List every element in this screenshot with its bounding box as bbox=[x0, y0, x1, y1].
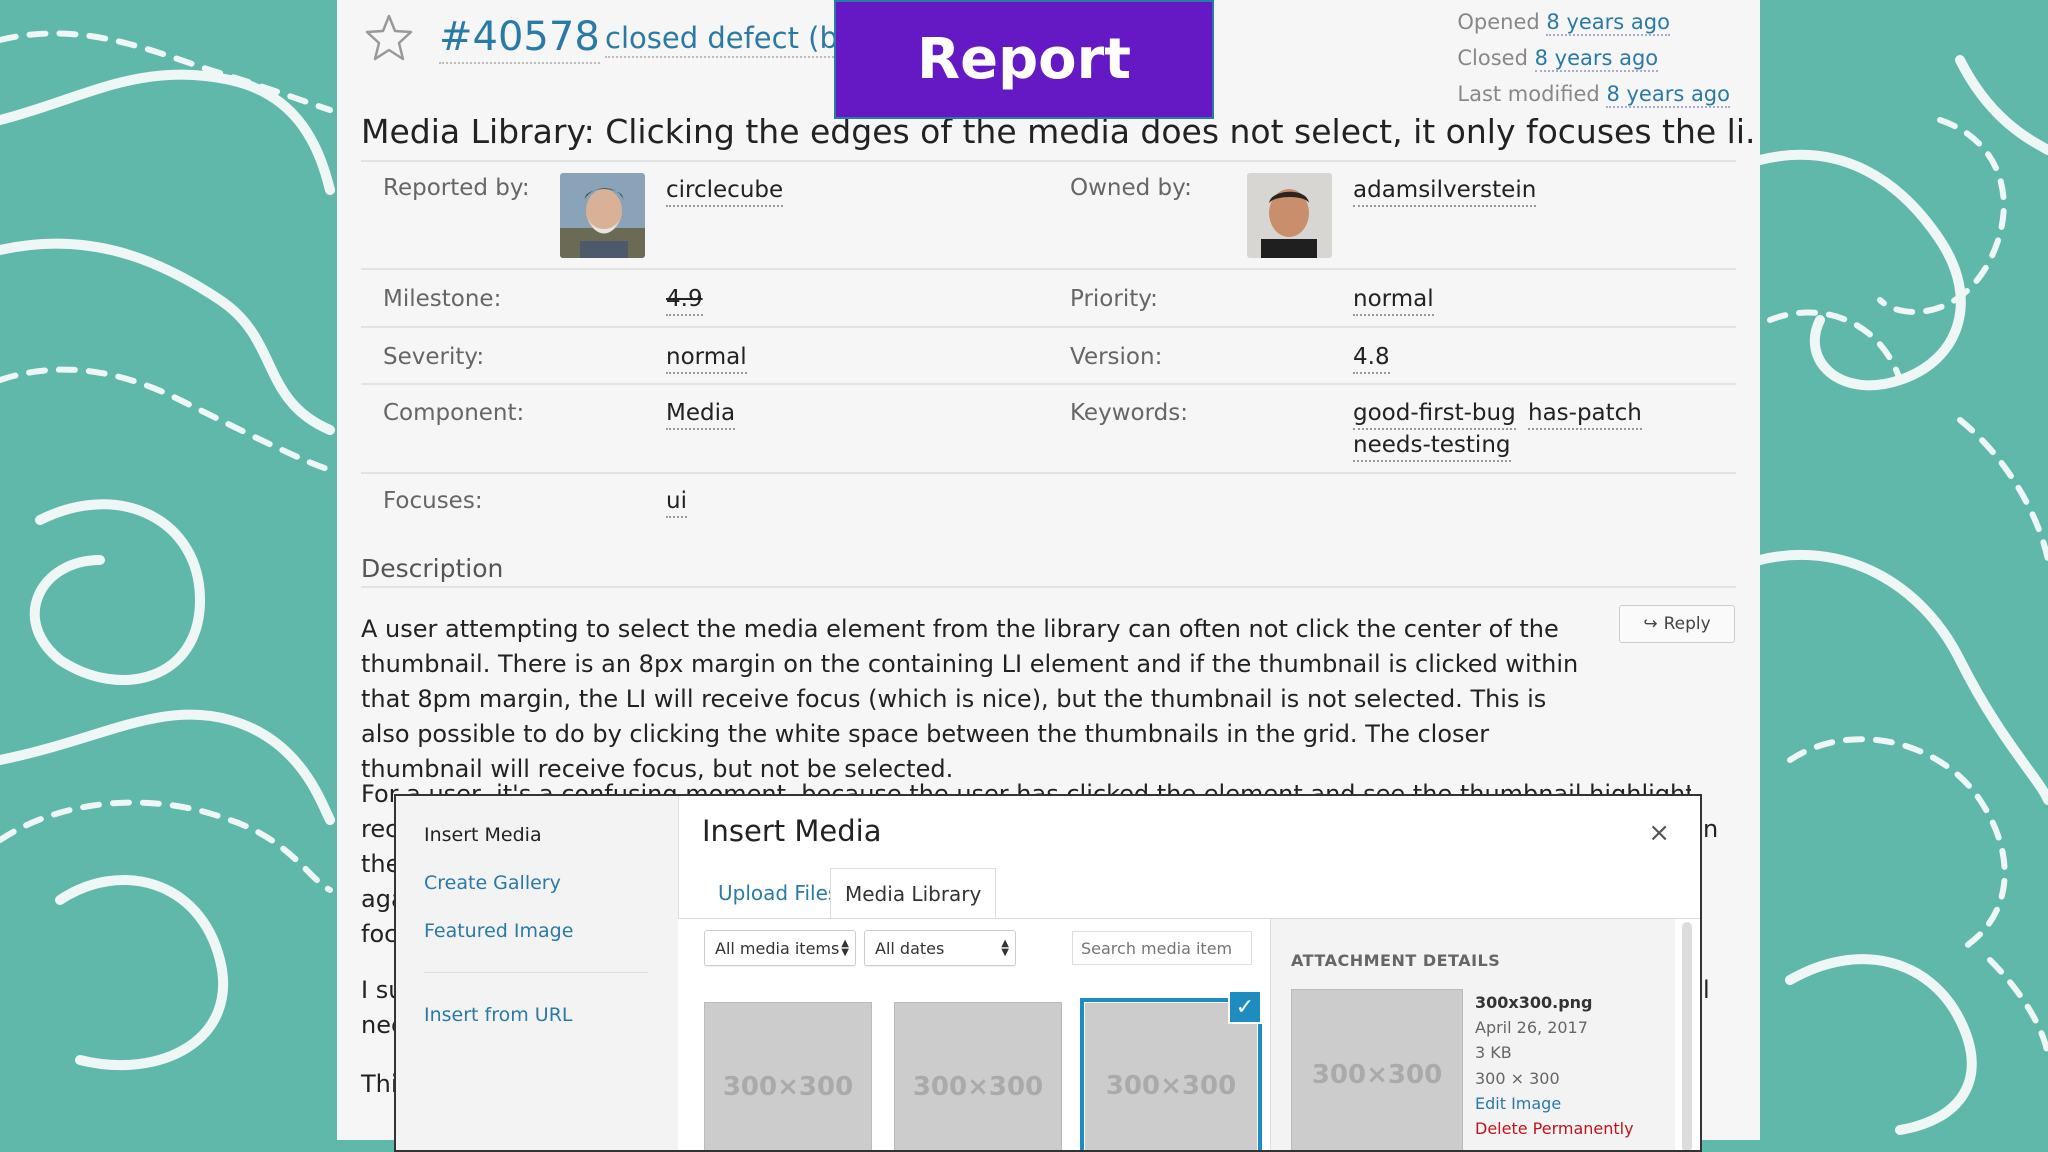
text-fragment: l bbox=[1703, 976, 1710, 1004]
delete-permanently-link[interactable]: Delete Permanently bbox=[1475, 1119, 1634, 1138]
attachment-filename: 300x300.png bbox=[1475, 993, 1593, 1012]
component-label: Component: bbox=[383, 400, 525, 426]
insert-media-modal: Insert Media Create Gallery Featured Ima… bbox=[394, 794, 1702, 1152]
opened-label: Opened bbox=[1457, 10, 1540, 34]
keyword-tag[interactable]: good-first-bug bbox=[1353, 398, 1516, 430]
reporter-name[interactable]: circlecube bbox=[666, 175, 784, 207]
text-fragment: Thi bbox=[361, 1070, 398, 1098]
search-media-input[interactable] bbox=[1072, 931, 1252, 965]
divider bbox=[361, 160, 1736, 162]
keywords-label: Keywords: bbox=[1070, 400, 1188, 426]
report-badge: Report bbox=[834, 0, 1214, 119]
close-icon[interactable]: × bbox=[1648, 818, 1670, 848]
opened-link[interactable]: 8 years ago bbox=[1546, 10, 1670, 36]
sidebar-item-insert-media[interactable]: Insert Media bbox=[424, 824, 542, 846]
sidebar-item-insert-from-url[interactable]: Insert from URL bbox=[424, 1004, 572, 1026]
select-arrows-icon: ▲ ▼ bbox=[841, 938, 849, 958]
divider bbox=[361, 472, 1736, 474]
priority-value[interactable]: normal bbox=[1353, 284, 1434, 316]
severity-label: Severity: bbox=[383, 344, 485, 370]
reported-by-label: Reported by: bbox=[383, 175, 530, 201]
sidebar-item-featured-image[interactable]: Featured Image bbox=[424, 920, 573, 942]
reporter-avatar[interactable] bbox=[560, 173, 645, 258]
component-value[interactable]: Media bbox=[666, 398, 736, 430]
divider bbox=[361, 268, 1736, 270]
modified-link[interactable]: 8 years ago bbox=[1606, 82, 1730, 108]
attachment-dimensions: 300 × 300 bbox=[1475, 1069, 1560, 1088]
modal-title: Insert Media bbox=[702, 814, 882, 848]
text-fragment: rec bbox=[361, 815, 399, 843]
star-icon[interactable] bbox=[363, 12, 415, 64]
modal-sidebar: Insert Media Create Gallery Featured Ima… bbox=[396, 796, 679, 1150]
milestone-value[interactable]: 4.9 bbox=[666, 284, 703, 316]
divider bbox=[361, 383, 1736, 385]
attachment-thumbnail: 300×300 bbox=[1291, 989, 1463, 1150]
sidebar-divider bbox=[424, 972, 648, 973]
ticket-number[interactable]: #40578 bbox=[439, 12, 600, 64]
reply-label: Reply bbox=[1663, 614, 1711, 634]
owned-by-label: Owned by: bbox=[1070, 175, 1192, 201]
closed-label: Closed bbox=[1457, 46, 1528, 70]
keyword-tag[interactable]: needs-testing bbox=[1353, 430, 1511, 462]
date-select[interactable]: All dates ▲ ▼ bbox=[864, 930, 1016, 966]
description-paragraph: A user attempting to select the media el… bbox=[361, 615, 1579, 783]
divider bbox=[361, 586, 1736, 588]
ticket-dates: Opened 8 years ago Closed 8 years ago La… bbox=[1457, 4, 1730, 112]
text-fragment: n bbox=[1703, 815, 1719, 843]
reply-button[interactable]: ↪ Reply bbox=[1619, 605, 1735, 643]
tab-media-library[interactable]: Media Library bbox=[830, 868, 997, 919]
version-value[interactable]: 4.8 bbox=[1353, 342, 1390, 374]
owner-name[interactable]: adamsilverstein bbox=[1353, 175, 1537, 207]
checkmark-icon[interactable]: ✓ bbox=[1228, 990, 1262, 1024]
media-type-select[interactable]: All media items ▲ ▼ bbox=[704, 930, 856, 966]
modified-label: Last modified bbox=[1457, 82, 1600, 106]
attachment-size: 3 KB bbox=[1475, 1043, 1512, 1062]
attachment-details-heading: ATTACHMENT DETAILS bbox=[1291, 951, 1501, 970]
media-type-value: All media items bbox=[715, 938, 839, 958]
priority-label: Priority: bbox=[1070, 286, 1158, 312]
attachment-details-panel: ATTACHMENT DETAILS 300×300 300x300.png A… bbox=[1270, 919, 1675, 1150]
focuses-value[interactable]: ui bbox=[666, 486, 687, 518]
media-thumbnail[interactable]: 300×300 bbox=[894, 1002, 1062, 1150]
media-thumbnail[interactable]: 300×300 bbox=[704, 1002, 872, 1150]
details-scrollbar[interactable] bbox=[1682, 922, 1692, 1150]
owner-avatar[interactable] bbox=[1247, 173, 1332, 258]
description-heading: Description bbox=[361, 554, 504, 583]
milestone-label: Milestone: bbox=[383, 286, 502, 312]
date-value: All dates bbox=[875, 938, 945, 958]
sidebar-item-create-gallery[interactable]: Create Gallery bbox=[424, 872, 561, 894]
reply-arrow-icon: ↪ bbox=[1643, 614, 1658, 634]
attachment-date: April 26, 2017 bbox=[1475, 1018, 1588, 1037]
version-label: Version: bbox=[1070, 344, 1163, 370]
select-arrows-icon: ▲ ▼ bbox=[1001, 938, 1009, 958]
closed-link[interactable]: 8 years ago bbox=[1534, 46, 1659, 72]
divider bbox=[361, 326, 1736, 328]
severity-value[interactable]: normal bbox=[666, 342, 747, 374]
text-fragment: foc bbox=[361, 920, 398, 948]
edit-image-link[interactable]: Edit Image bbox=[1475, 1094, 1561, 1113]
keyword-tag[interactable]: has-patch bbox=[1528, 398, 1642, 430]
focuses-label: Focuses: bbox=[383, 488, 483, 514]
